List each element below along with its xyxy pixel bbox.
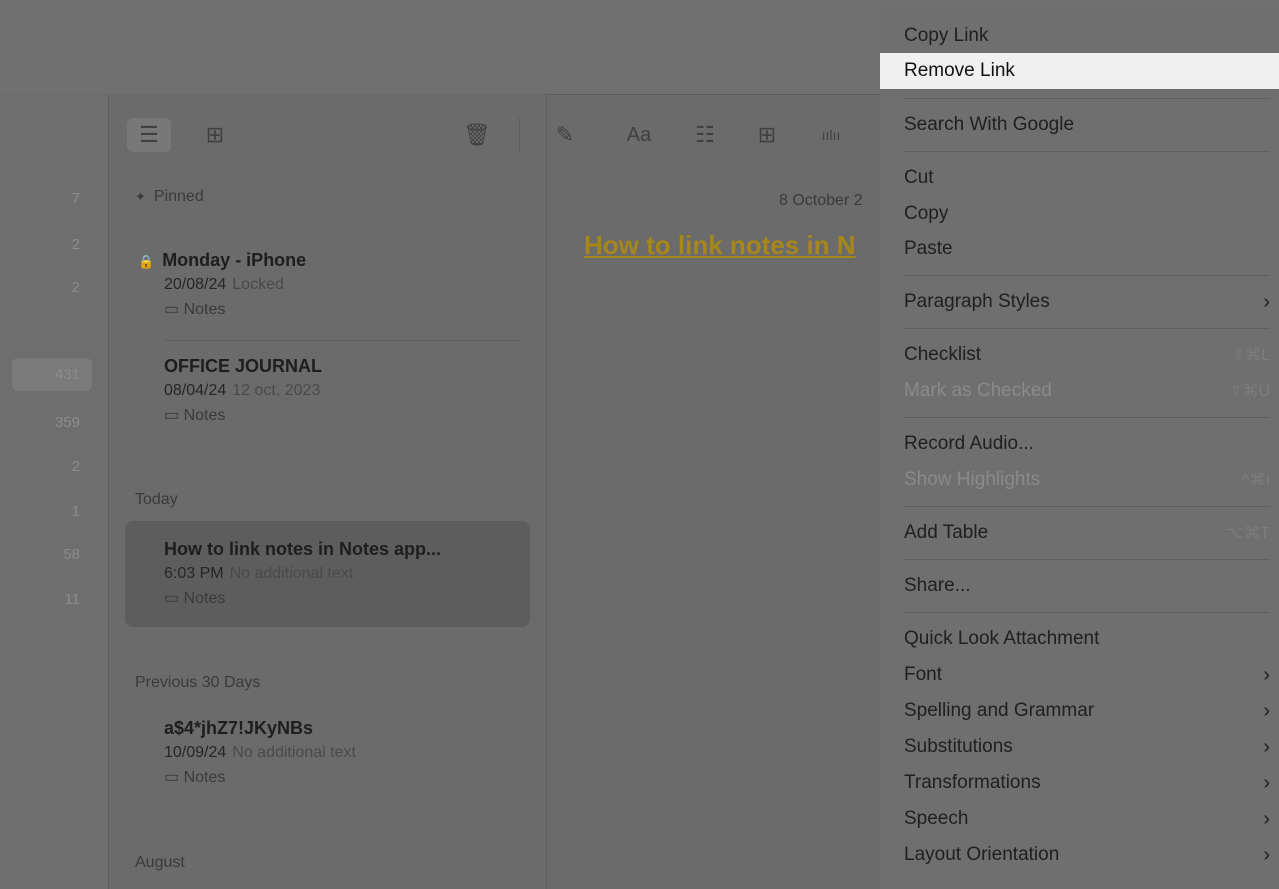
previous-30-days-header: Previous 30 Days xyxy=(135,674,261,691)
menu-item-speech[interactable]: Speech › xyxy=(880,801,1270,837)
context-menu: Copy Link Remove Link Search With Google… xyxy=(880,10,1279,889)
chevron-right-icon: › xyxy=(1263,699,1270,722)
note-title-link[interactable]: How to link notes in N xyxy=(584,230,856,261)
folder-count[interactable]: 7 xyxy=(72,190,80,207)
menu-item-share[interactable]: Share... xyxy=(880,568,1270,604)
divider xyxy=(164,340,520,341)
chevron-right-icon: › xyxy=(1263,663,1270,686)
menu-item-paragraph-styles[interactable]: Paragraph Styles › xyxy=(880,284,1270,320)
menu-item-remove-link[interactable]: Remove Link xyxy=(880,53,1279,89)
menu-separator xyxy=(904,328,1270,329)
august-header: August xyxy=(135,854,185,871)
list-item-selected[interactable]: How to link notes in Notes app... 6:03 P… xyxy=(164,539,524,608)
menu-item-quick-look-attachment[interactable]: Quick Look Attachment xyxy=(880,621,1270,657)
compose-icon[interactable]: ✎ xyxy=(547,118,583,152)
folder-count[interactable]: 58 xyxy=(63,546,80,563)
list-item[interactable]: a$4*jhZ7!JKyNBs 10/09/24 No additional te… xyxy=(164,718,524,787)
grid-view-icon[interactable]: ⊞ xyxy=(195,118,235,152)
folder-icon: ▭ xyxy=(164,407,180,424)
list-item[interactable]: OFFICE JOURNAL 08/04/24 12 oct, 2023 ▭ No… xyxy=(164,356,524,425)
menu-item-record-audio[interactable]: Record Audio... xyxy=(880,426,1270,462)
toolbar-divider xyxy=(519,118,520,152)
table-icon[interactable]: ⊞ xyxy=(749,118,785,152)
menu-item-mark-as-checked: Mark as Checked ⇧⌘U xyxy=(904,380,1270,401)
menu-separator xyxy=(904,559,1270,560)
menu-separator xyxy=(904,506,1270,507)
pin-icon: ✦ xyxy=(135,189,146,204)
today-header: Today xyxy=(135,491,178,508)
chevron-right-icon: › xyxy=(1263,771,1270,794)
menu-item-checklist[interactable]: Checklist ⇧⌘L xyxy=(880,337,1270,373)
menu-item-font[interactable]: Font › xyxy=(880,657,1270,693)
list-view-icon[interactable]: ☰ xyxy=(127,118,171,152)
menu-item-show-highlights: Show Highlights ^⌘I xyxy=(904,469,1270,490)
folder-count[interactable]: 1 xyxy=(72,503,80,520)
lock-icon: 🔒 xyxy=(138,254,155,269)
folder-icon: ▭ xyxy=(164,769,180,786)
note-date: 8 October 2 xyxy=(779,192,863,209)
menu-item-cut[interactable]: Cut xyxy=(880,160,1270,196)
chevron-right-icon: › xyxy=(1263,290,1270,313)
menu-separator xyxy=(904,151,1270,152)
toolbar: ☰ ⊞ 🗑 ✎ Aa ☷ ⊞ ıılıı xyxy=(109,94,879,176)
menu-item-substitutions[interactable]: Substitutions › xyxy=(880,729,1270,765)
menu-item-add-table[interactable]: Add Table ⌥⌘T xyxy=(880,515,1270,551)
folder-count[interactable]: 2 xyxy=(72,279,80,296)
folder-icon: ▭ xyxy=(164,301,180,318)
chevron-right-icon: › xyxy=(1263,735,1270,758)
folder-count[interactable]: 359 xyxy=(55,414,80,431)
folder-count[interactable]: 2 xyxy=(72,458,80,475)
audio-icon[interactable]: ıılıı xyxy=(813,118,849,152)
note-editor[interactable]: 8 October 2 How to link notes in N xyxy=(547,176,879,889)
menu-item-paste[interactable]: Paste xyxy=(880,231,1270,267)
trash-icon[interactable]: 🗑 xyxy=(459,118,495,152)
folder-count[interactable]: 2 xyxy=(72,236,80,253)
chevron-right-icon: › xyxy=(1263,807,1270,830)
menu-separator xyxy=(904,612,1270,613)
menu-item-spelling-and-grammar[interactable]: Spelling and Grammar › xyxy=(880,693,1270,729)
chevron-right-icon: › xyxy=(1263,843,1270,866)
menu-separator xyxy=(904,275,1270,276)
folder-count[interactable]: 11 xyxy=(64,591,80,608)
pinned-header: ✦ Pinned xyxy=(135,188,204,205)
folders-sidebar: 7 2 2 431 359 2 1 58 11 xyxy=(0,94,109,889)
menu-item-search-with-google[interactable]: Search With Google xyxy=(880,107,1270,143)
checklist-icon[interactable]: ☷ xyxy=(687,118,723,152)
menu-item-transformations[interactable]: Transformations › xyxy=(880,765,1270,801)
folder-count-selected[interactable]: 431 xyxy=(12,358,92,391)
format-icon[interactable]: Aa xyxy=(619,118,659,152)
menu-item-layout-orientation[interactable]: Layout Orientation › xyxy=(880,837,1270,873)
menu-separator xyxy=(904,417,1270,418)
folder-icon: ▭ xyxy=(164,590,180,607)
menu-separator xyxy=(904,98,1270,99)
menu-item-copy-link[interactable]: Copy Link xyxy=(880,18,1270,54)
list-item[interactable]: 🔒 Monday - iPhone 20/08/24 Locked ▭ Notes xyxy=(138,250,524,319)
menu-item-copy[interactable]: Copy xyxy=(880,196,1270,232)
